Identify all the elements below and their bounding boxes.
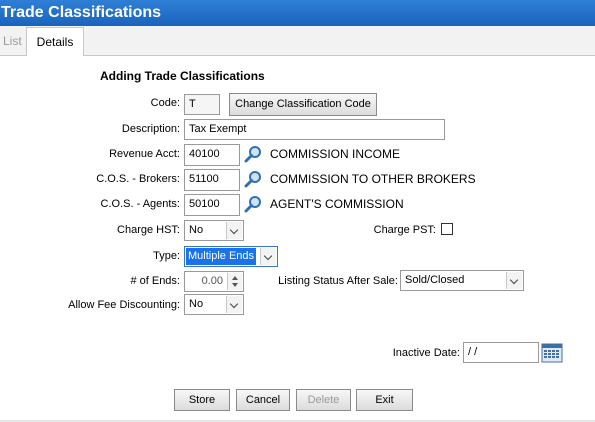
description-label: Description: [121, 123, 180, 135]
code-field: T [184, 94, 220, 115]
chevron-down-icon[interactable] [506, 272, 522, 289]
delete-button[interactable]: Delete [296, 389, 351, 411]
change-classification-code-button[interactable]: Change Classification Code [229, 93, 377, 116]
inactive-date-label: Inactive Date: [392, 347, 460, 359]
cos-agents-name: AGENT'S COMMISSION [270, 197, 404, 211]
revenue-acct-search-icon[interactable] [242, 144, 264, 166]
type-select[interactable]: Multiple Ends [184, 246, 278, 267]
cos-brokers-search-icon[interactable] [242, 169, 264, 191]
magnifier-icon [244, 196, 261, 213]
revenue-acct-field[interactable]: 40100 [184, 144, 240, 166]
cancel-button[interactable]: Cancel [236, 389, 290, 411]
num-ends-label: # of Ends: [130, 275, 180, 287]
listing-status-label: Listing Status After Sale: [278, 275, 398, 287]
code-label: Code: [150, 97, 180, 109]
tab-list[interactable]: List [0, 27, 29, 55]
exit-button[interactable]: Exit [356, 389, 413, 411]
listing-status-select[interactable]: Sold/Closed [400, 270, 524, 291]
cos-agents-label: C.O.S. - Agents: [100, 198, 180, 210]
store-button[interactable]: Store [174, 389, 230, 411]
tab-details[interactable]: Details [26, 27, 84, 56]
cos-brokers-label: C.O.S. - Brokers: [96, 173, 180, 185]
spinner-arrows-icon [232, 276, 238, 287]
charge-hst-select[interactable]: No [184, 220, 244, 241]
chevron-down-icon[interactable] [260, 248, 276, 265]
magnifier-icon [244, 171, 261, 188]
form-heading: Adding Trade Classifications [100, 69, 265, 83]
charge-hst-value: No [189, 224, 204, 236]
spinner-control[interactable] [227, 273, 242, 290]
allow-fee-discounting-select[interactable]: No [184, 294, 244, 315]
type-label: Type: [153, 250, 180, 262]
charge-pst-checkbox[interactable] [441, 223, 453, 235]
inactive-date-field[interactable]: / / [463, 342, 539, 363]
num-ends-field[interactable]: 0.00 [184, 271, 244, 292]
cos-brokers-name: COMMISSION TO OTHER BROKERS [270, 172, 476, 186]
allow-fee-discounting-label: Allow Fee Discounting: [68, 299, 180, 311]
description-field[interactable]: Tax Exempt [184, 119, 445, 140]
calendar-icon-graphic [541, 343, 563, 363]
charge-hst-label: Charge HST: [117, 224, 180, 236]
magnifier-icon [244, 146, 261, 163]
chevron-down-icon[interactable] [226, 296, 242, 313]
type-value: Multiple Ends [186, 248, 256, 265]
tab-details-label: Details [36, 35, 74, 49]
calendar-icon[interactable] [541, 342, 563, 363]
cos-brokers-field[interactable]: 51100 [184, 169, 240, 191]
cos-agents-field[interactable]: 50100 [184, 194, 240, 216]
window-title: Trade Classifications [0, 0, 595, 26]
allow-fee-discounting-value: No [189, 298, 204, 310]
chevron-down-icon[interactable] [226, 222, 242, 239]
revenue-acct-name: COMMISSION INCOME [270, 147, 401, 161]
num-ends-value: 0.00 [201, 275, 223, 287]
revenue-acct-label: Revenue Acct: [109, 148, 180, 160]
cos-agents-search-icon[interactable] [242, 194, 264, 216]
tab-strip [0, 26, 595, 56]
listing-status-value: Sold/Closed [405, 274, 465, 286]
charge-pst-label: Charge PST: [373, 224, 436, 236]
